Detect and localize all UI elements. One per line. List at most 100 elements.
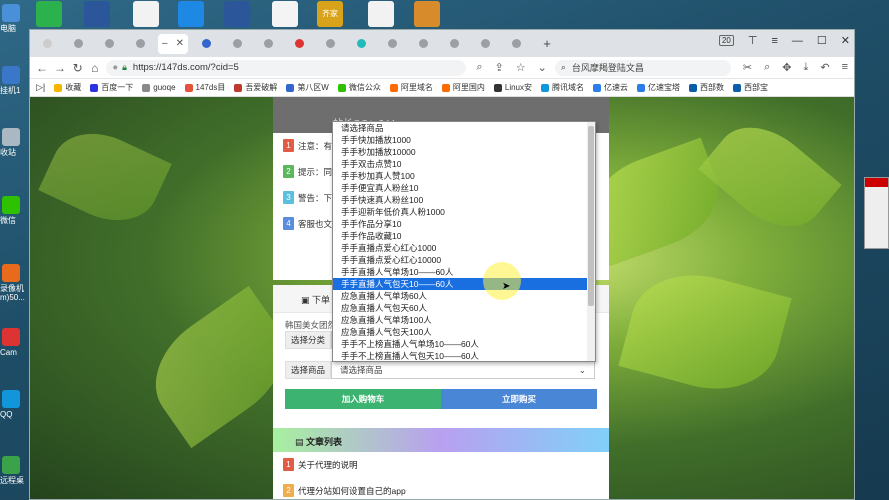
desktop-icon[interactable]: Cam	[0, 328, 26, 357]
green-refresh-icon[interactable]	[36, 1, 62, 27]
tab-3[interactable]	[96, 34, 122, 54]
article-item[interactable]: 1 关于代理的说明	[283, 458, 358, 471]
bookmark-item[interactable]: 吾爱破解	[234, 82, 277, 93]
more-icon[interactable]: ≡	[842, 61, 848, 74]
tab-9[interactable]	[286, 34, 312, 54]
tab-7[interactable]	[224, 34, 250, 54]
bookmark-item[interactable]: 亿速云	[593, 82, 628, 93]
bookmark-item[interactable]: 微信公众	[337, 82, 381, 93]
word-doc-2-icon[interactable]	[224, 1, 250, 27]
desktop-icon[interactable]: QQ	[0, 390, 26, 419]
bookmark-item[interactable]: 收藏	[54, 82, 81, 93]
desktop-icon[interactable]: 远程桌	[0, 456, 26, 485]
desktop-icon[interactable]: 收站	[0, 128, 26, 157]
dropdown-option[interactable]: 手手快加播放1000	[333, 134, 595, 146]
dropdown-option-selected[interactable]: 手手直播人气包天10——60人	[333, 278, 595, 290]
tab-4[interactable]	[127, 34, 153, 54]
dropdown-option[interactable]: 手手直播点爱心红心10000	[333, 254, 595, 266]
dropdown-option[interactable]: 手手迎新年低价真人粉1000	[333, 206, 595, 218]
buy-now-button[interactable]: 立即购买	[441, 389, 597, 409]
bookmark-item[interactable]: 亿速宝塔	[637, 82, 680, 93]
dropdown-option[interactable]: 手手直播点爱心红心1000	[333, 242, 595, 254]
bookmark-item[interactable]: 147ds目	[184, 82, 225, 93]
blank-doc-2-icon[interactable]	[368, 1, 394, 27]
blue-app-icon[interactable]	[178, 1, 204, 27]
find-icon[interactable]: ⌕	[764, 61, 770, 74]
lock-icon[interactable]: 🔒︎	[122, 62, 127, 73]
tab-active[interactable]: – ✕	[158, 33, 188, 54]
tab-12[interactable]	[379, 34, 405, 54]
dropdown-option[interactable]: 手手双击点赞10	[333, 158, 595, 170]
dropdown-option[interactable]: 应急直播人气单场60人	[333, 290, 595, 302]
dropdown-scrollbar[interactable]	[587, 122, 595, 361]
dropdown-option[interactable]: 手手快速真人粉丝100	[333, 194, 595, 206]
tab-11[interactable]	[348, 34, 374, 54]
bookmark-item[interactable]: 百度一下	[90, 82, 133, 93]
maximize-button[interactable]: ☐	[817, 34, 827, 47]
bookmark-item[interactable]: 西部宝	[733, 82, 768, 93]
pin-icon[interactable]: ⊤	[748, 34, 758, 47]
product-select[interactable]: 请选择商品 ⌄	[331, 361, 595, 379]
scissors-icon[interactable]: ✂	[743, 61, 752, 74]
menu-icon[interactable]: ≡	[771, 35, 777, 47]
dropdown-option[interactable]: 手手便宜真人粉丝10	[333, 182, 595, 194]
zoom-icon[interactable]: ⌕	[476, 61, 482, 74]
dropdown-option[interactable]: 请选择商品	[333, 122, 595, 134]
desktop-icon[interactable]: 挂机1	[0, 66, 26, 95]
minimize-button[interactable]: —	[792, 35, 803, 47]
tab-count-badge[interactable]: 20	[718, 35, 734, 46]
forward-icon[interactable]: →	[54, 61, 66, 75]
blank-doc-icon[interactable]	[133, 1, 159, 27]
dropdown-option[interactable]: 应急直播人气包天100人	[333, 326, 595, 338]
tab-14[interactable]	[441, 34, 467, 54]
tab-16[interactable]	[503, 34, 529, 54]
close-window-button[interactable]: ✕	[841, 34, 850, 47]
bookmark-item[interactable]: guoqe	[142, 83, 176, 92]
dropdown-scroll-thumb[interactable]	[588, 126, 594, 306]
extension-icon[interactable]: ✥	[782, 61, 791, 74]
desktop-icon[interactable]: 录像机 m)50...	[0, 264, 26, 302]
download-icon[interactable]: ⤓	[803, 61, 808, 74]
dropdown-option[interactable]: 手手直播人气单场10——60人	[333, 266, 595, 278]
dropdown-option[interactable]: 应急直播人气包天60人	[333, 302, 595, 314]
dropdown-option[interactable]: 手手不上榜直播人气包天10——60人	[333, 350, 595, 361]
desktop-icon[interactable]: 微信	[0, 196, 26, 225]
home-icon[interactable]: ⌂	[89, 61, 100, 75]
tab-close-icon[interactable]: ✕	[176, 38, 184, 49]
dropdown-option[interactable]: 应急直播人气单场100人	[333, 314, 595, 326]
archive-icon[interactable]	[414, 1, 440, 27]
qijia-app-icon[interactable]: 齐家	[317, 1, 343, 27]
search-box[interactable]: ⌕ 台风摩羯登陆文昌	[554, 59, 731, 76]
product-dropdown-list[interactable]: 请选择商品 手手快加播放1000 手手秒加播放10000 手手双击点赞10 手手秒加真人…	[332, 121, 596, 362]
back-icon[interactable]: ←	[36, 61, 48, 75]
bookmark-item[interactable]: 阿里国内	[441, 82, 485, 93]
bookmark-item[interactable]: 西部数	[689, 82, 724, 93]
article-item[interactable]: 2 代理分站如何设置自己的app	[283, 484, 406, 497]
word-doc-icon[interactable]	[84, 1, 110, 27]
tab-15[interactable]	[472, 34, 498, 54]
bookmark-item[interactable]: 腾讯域名	[541, 82, 584, 93]
tab-6[interactable]	[193, 34, 219, 54]
dropdown-option[interactable]: 手手秒加播放10000	[333, 146, 595, 158]
bookmark-item[interactable]: 第八区W	[286, 82, 329, 93]
undo-icon[interactable]: ↶	[820, 61, 829, 74]
dropdown-option[interactable]: 手手秒加真人赞100	[333, 170, 595, 182]
bookmark-item[interactable]: Linux安	[493, 82, 532, 93]
tab-10[interactable]	[317, 34, 343, 54]
bookmarks-toggle-icon[interactable]: ▷|	[36, 82, 45, 93]
reload-icon[interactable]: ↻	[72, 61, 83, 75]
tab-1[interactable]	[34, 34, 60, 54]
add-to-cart-button[interactable]: 加入购物车	[285, 389, 441, 409]
desktop-icon[interactable]: 电脑	[0, 4, 26, 33]
tab-2[interactable]	[65, 34, 91, 54]
tab-13[interactable]	[410, 34, 436, 54]
tab-8[interactable]	[255, 34, 281, 54]
dropdown-option[interactable]: 手手作品收藏10	[333, 230, 595, 242]
star-icon[interactable]: ☆	[516, 61, 526, 74]
new-tab-button[interactable]: +	[534, 34, 560, 54]
share-icon[interactable]: ⇪	[495, 61, 504, 74]
chevron-down-icon[interactable]: ⌄	[538, 61, 547, 74]
background-app-window[interactable]	[864, 177, 889, 249]
dropdown-option[interactable]: 手手作品分享10	[333, 218, 595, 230]
dropdown-option[interactable]: 手手不上榜直播人气单场10——60人	[333, 338, 595, 350]
